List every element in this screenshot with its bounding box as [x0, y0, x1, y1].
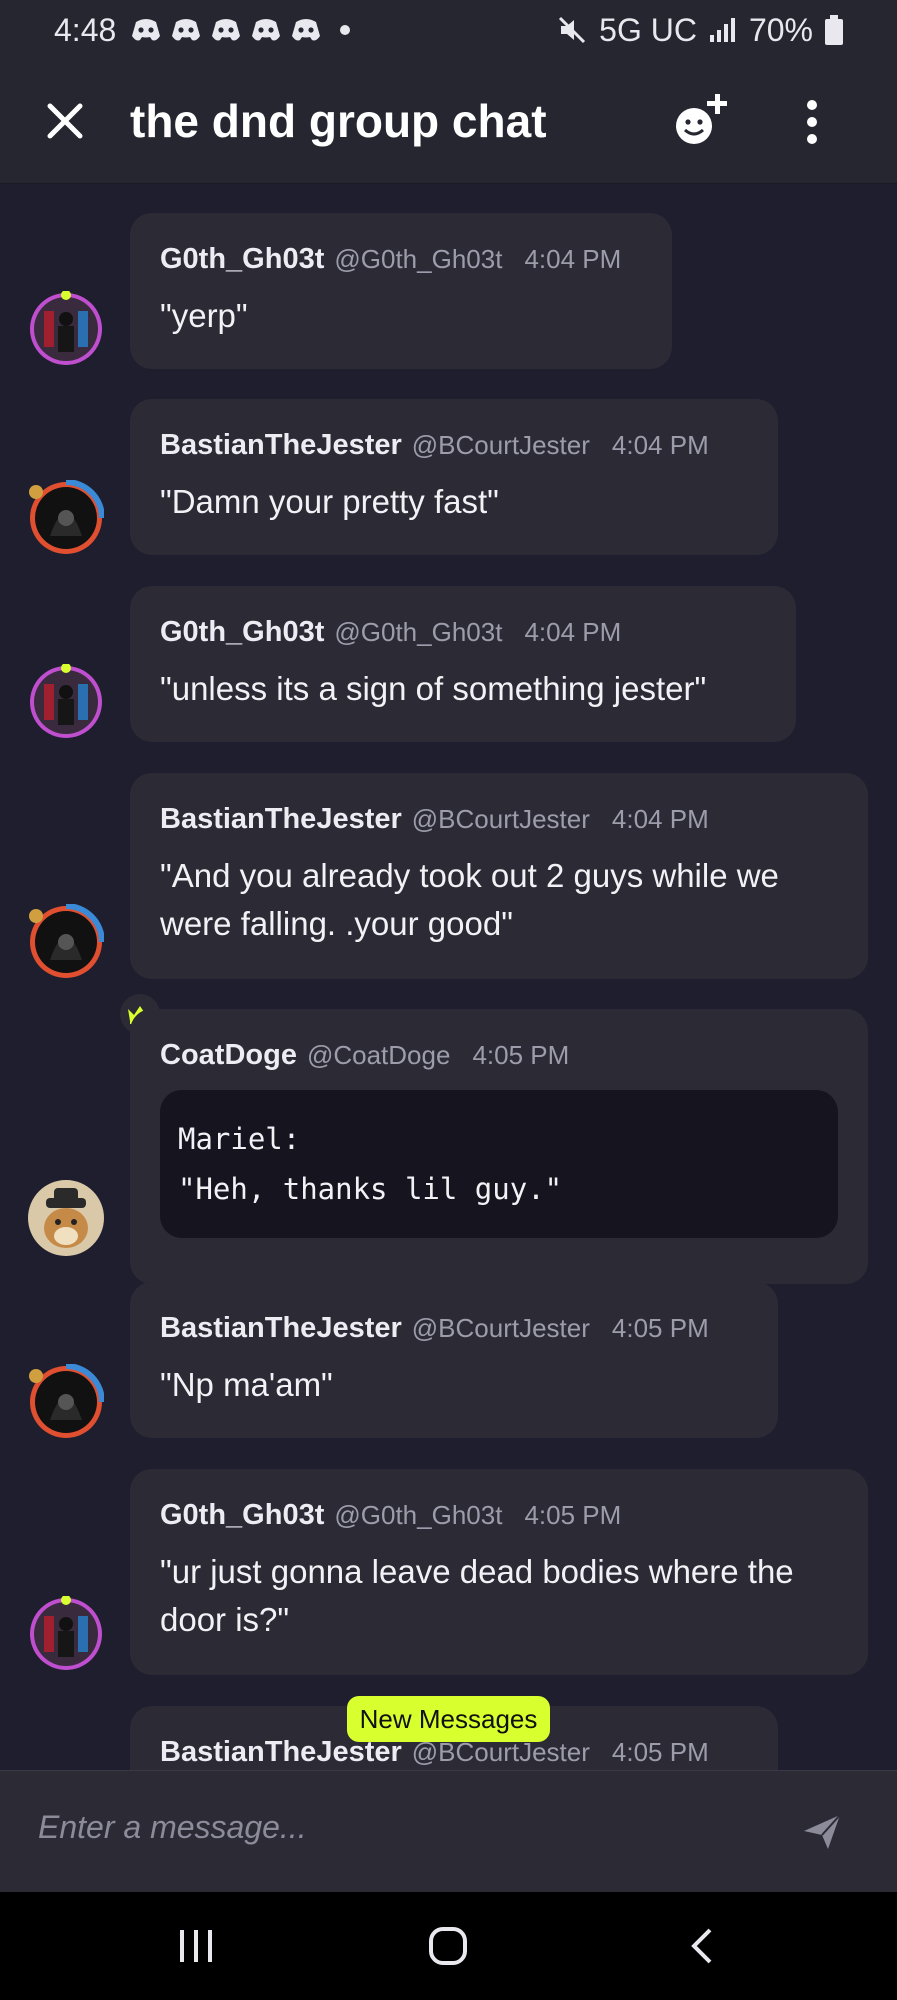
discord-icon	[212, 19, 241, 41]
battery-percent: 70%	[748, 11, 813, 48]
code-block: Mariel: "Heh, thanks lil guy."	[160, 1090, 838, 1238]
message-time: 4:05 PM	[611, 1737, 709, 1767]
recent-apps-icon[interactable]	[176, 1926, 216, 1966]
message-bubble[interactable]: G0th_Gh03t @G0th_Gh03t 4:04 PM "unless i…	[130, 586, 796, 742]
back-icon[interactable]	[682, 1926, 722, 1966]
message-bubble[interactable]: BastianTheJester @BCourtJester 4:04 PM "…	[130, 773, 868, 979]
message-handle: @G0th_Gh03t	[334, 1500, 503, 1530]
new-messages-button[interactable]: New Messages	[347, 1696, 550, 1742]
message-handle: @CoatDoge	[306, 1040, 451, 1070]
notification-icons	[130, 16, 351, 44]
chat-title: the dnd group chat	[130, 95, 547, 147]
discord-icon	[292, 19, 321, 41]
message-text: "Np ma'am"	[160, 1366, 333, 1403]
battery-icon	[825, 15, 843, 45]
avatar-goth-ghost[interactable]	[28, 291, 104, 367]
status-bar: 4:48 5G UC 70%	[0, 0, 897, 60]
message-time: 4:04 PM	[524, 617, 622, 647]
message-bubble[interactable]: BastianTheJester @BCourtJester 4:05 PM "…	[130, 1282, 778, 1438]
message-author[interactable]: CoatDoge	[160, 1039, 297, 1072]
message-input[interactable]: Enter a message...	[38, 1809, 307, 1846]
kebab-menu-icon[interactable]	[800, 98, 824, 146]
code-line: Mariel:	[178, 1122, 301, 1156]
message-handle: @BCourtJester	[411, 804, 590, 834]
message-bubble[interactable]: BastianTheJester @BCourtJester 4:04 PM "…	[130, 399, 778, 555]
discord-icon	[132, 19, 161, 41]
message-time: 4:05 PM	[524, 1500, 622, 1530]
status-right: 5G UC 70%	[557, 12, 843, 49]
close-icon[interactable]	[44, 100, 86, 142]
message-bubble[interactable]: G0th_Gh03t @G0th_Gh03t 4:04 PM "yerp"	[130, 213, 672, 369]
message-author[interactable]: G0th_Gh03t	[160, 243, 324, 276]
message-text: "yerp"	[160, 297, 248, 334]
avatar-goth-ghost[interactable]	[28, 1596, 104, 1672]
discord-icon	[172, 19, 201, 41]
message-author[interactable]: BastianTheJester	[160, 1312, 402, 1345]
message-time: 4:04 PM	[611, 804, 709, 834]
signal-icon	[709, 18, 735, 42]
message-handle: @BCourtJester	[411, 1313, 590, 1343]
more-notifications-dot	[340, 25, 351, 35]
message-author[interactable]: BastianTheJester	[160, 803, 402, 836]
message-list[interactable]: G0th_Gh03t @G0th_Gh03t 4:04 PM "yerp" Ba…	[0, 184, 897, 1770]
avatar-coatdoge[interactable]	[28, 1180, 104, 1256]
message-text: "unless its a sign of something jester"	[160, 670, 707, 707]
code-line: "Heh, thanks lil guy."	[178, 1172, 563, 1206]
message-author[interactable]: G0th_Gh03t	[160, 616, 324, 649]
chat-header: the dnd group chat	[0, 60, 897, 184]
emoji-add-icon[interactable]	[670, 90, 732, 152]
discord-icon	[252, 19, 281, 41]
avatar-goth-ghost[interactable]	[28, 664, 104, 740]
avatar-bastian-jester[interactable]	[28, 1364, 104, 1440]
message-time: 4:04 PM	[611, 430, 709, 460]
status-time: 4:48	[54, 11, 117, 48]
message-bubble[interactable]: G0th_Gh03t @G0th_Gh03t 4:05 PM "ur just …	[130, 1469, 868, 1675]
send-icon[interactable]	[802, 1811, 842, 1851]
avatar-bastian-jester[interactable]	[28, 904, 104, 980]
message-time: 4:04 PM	[524, 244, 622, 274]
message-bubble[interactable]: CoatDoge @CoatDoge 4:05 PM Mariel: "Heh,…	[130, 1009, 868, 1284]
message-author[interactable]: BastianTheJester	[160, 429, 402, 462]
message-composer[interactable]: Enter a message...	[0, 1770, 897, 1892]
message-handle: @G0th_Gh03t	[334, 244, 503, 274]
message-text: "Damn your pretty fast"	[160, 483, 499, 520]
message-handle: @G0th_Gh03t	[334, 617, 503, 647]
avatar-bastian-jester[interactable]	[28, 480, 104, 556]
mute-icon	[559, 16, 586, 44]
message-handle: @BCourtJester	[411, 430, 590, 460]
message-text: "ur just gonna leave dead bodies where t…	[160, 1553, 794, 1638]
system-nav-bar	[0, 1892, 897, 2000]
message-text: "And you already took out 2 guys while w…	[160, 857, 779, 942]
network-type: 5G UC	[599, 11, 697, 48]
message-time: 4:05 PM	[472, 1040, 570, 1070]
message-time: 4:05 PM	[611, 1313, 709, 1343]
home-icon[interactable]	[428, 1926, 468, 1966]
message-author[interactable]: G0th_Gh03t	[160, 1499, 324, 1532]
